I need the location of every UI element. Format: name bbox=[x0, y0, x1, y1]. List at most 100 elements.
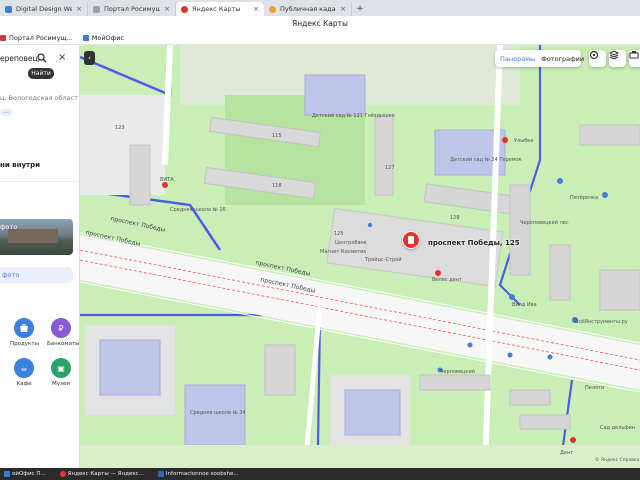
search-panel: ереповец, × Найти ц, Вологодская област … bbox=[0, 45, 80, 468]
map-label-poi: Чероповецкий лес bbox=[520, 220, 569, 226]
app-icon bbox=[157, 471, 164, 477]
photo-building bbox=[8, 229, 58, 243]
tab-favicon-icon bbox=[181, 5, 188, 13]
building-number: 115 bbox=[272, 133, 282, 139]
bookmark-favicon-icon bbox=[0, 35, 6, 41]
category-label: Кафе bbox=[16, 381, 32, 387]
basket-icon bbox=[14, 318, 34, 338]
search-icon[interactable] bbox=[37, 53, 47, 63]
map-footer: © Яндекс Справка bbox=[595, 458, 640, 463]
map-layers-button[interactable] bbox=[609, 50, 626, 67]
collapse-panel-button[interactable]: ‹ bbox=[84, 51, 95, 65]
map-label-school: Средняя школа № 34 bbox=[190, 410, 246, 416]
bookmark-moyofis[interactable]: МойОфис bbox=[82, 34, 125, 42]
map-label-poi: Вилд Ива bbox=[512, 302, 537, 308]
tab-favicon-icon bbox=[5, 5, 12, 13]
category-label: Продукты bbox=[10, 341, 39, 347]
inside-heading: ни внутри bbox=[0, 161, 40, 169]
close-icon[interactable]: × bbox=[58, 53, 66, 63]
building-number: 129 bbox=[450, 215, 460, 221]
category-label: Музеи bbox=[52, 381, 70, 387]
taskbar-label: ойОфис П... bbox=[12, 471, 46, 477]
more-dots-button[interactable]: ... bbox=[0, 109, 12, 116]
print-icon bbox=[629, 51, 639, 59]
tab-close-icon[interactable]: × bbox=[76, 5, 82, 13]
search-input[interactable]: ереповец, × bbox=[0, 51, 79, 67]
os-taskbar: ойОфис П... Яндекс Карты — Яндекс... Inf… bbox=[0, 468, 640, 480]
building-number: 123 bbox=[115, 125, 125, 131]
map-label-poi: Пятёрочка bbox=[570, 195, 599, 201]
building-number: 127 bbox=[385, 165, 395, 171]
tab-favicon-icon bbox=[93, 5, 100, 13]
tab-title: Яндекс Карты bbox=[192, 5, 241, 13]
map-label-poi: Пеляти bbox=[585, 385, 605, 391]
panorama-photo-toggle: Панорамы Фотографии bbox=[495, 50, 584, 67]
tab-digital-design[interactable]: Digital Design Web Client × bbox=[0, 2, 88, 16]
map-label-poi: Улыбка bbox=[514, 138, 534, 144]
photo-label: фото bbox=[0, 223, 18, 231]
tab-title: Портал Росимущества bbox=[104, 5, 160, 13]
taskbar-item-document[interactable]: Informacionnoe soobshe... bbox=[154, 468, 243, 480]
tab-favicon-icon bbox=[269, 5, 276, 13]
category-groceries[interactable]: Продукты bbox=[10, 318, 39, 347]
bookmark-favicon-icon bbox=[82, 35, 89, 41]
map-label-poi: Черповецкий bbox=[440, 369, 475, 375]
building-icon bbox=[408, 236, 414, 244]
map-label-kindergarten: Детский сад № 24 Теремок bbox=[450, 157, 522, 163]
map-label-poi: Велес дент bbox=[432, 277, 462, 283]
app-icon bbox=[4, 471, 10, 477]
taskbar-label: Informacionnoe soobshe... bbox=[165, 471, 239, 477]
bookmark-label: Портал Росимущ... bbox=[9, 34, 73, 42]
panoramas-toggle[interactable]: Панорамы bbox=[500, 55, 535, 63]
tab-close-icon[interactable]: × bbox=[340, 5, 346, 13]
taskbar-item-moyofis[interactable]: ойОфис П... bbox=[0, 468, 50, 480]
layers-button[interactable] bbox=[589, 50, 606, 67]
selected-place-pin-icon[interactable] bbox=[402, 231, 420, 249]
ruble-icon: ₽ bbox=[51, 318, 71, 338]
browser-tab-strip: Digital Design Web Client × Портал Росим… bbox=[0, 0, 640, 16]
bookmark-rosimushchestvo[interactable]: Портал Росимущ... bbox=[0, 34, 73, 42]
add-photo-button[interactable]: фото bbox=[0, 267, 73, 283]
map-label-poi: ВсёИнструменты.ру bbox=[575, 319, 628, 325]
find-button[interactable]: Найти bbox=[28, 68, 54, 79]
tab-cadastral-map[interactable]: Публичная кадастровая × bbox=[264, 2, 352, 16]
tab-close-icon[interactable]: × bbox=[253, 5, 259, 13]
category-museums[interactable]: ▣ Музеи bbox=[47, 358, 75, 387]
category-atms[interactable]: ₽ Банкоматы bbox=[47, 318, 79, 347]
map-canvas[interactable]: проспект Победы проспект Победы проспект… bbox=[80, 45, 640, 468]
taskbar-item-browser[interactable]: Яндекс Карты — Яндекс... bbox=[56, 468, 148, 480]
building-number: 125 bbox=[334, 231, 344, 237]
category-cafe[interactable]: ☕ Кафе bbox=[10, 358, 38, 387]
taskbar-label: Яндекс Карты — Яндекс... bbox=[67, 471, 144, 477]
bookmark-label: МойОфис bbox=[91, 34, 125, 42]
map-graphics bbox=[80, 45, 640, 468]
print-button[interactable] bbox=[629, 50, 640, 67]
app-icon bbox=[59, 471, 66, 477]
map-label-poi: Трейдс-Строй bbox=[365, 257, 402, 263]
photos-toggle[interactable]: Фотографии bbox=[541, 55, 584, 63]
map-label-poi: ВИТА bbox=[160, 177, 174, 183]
map-layers-icon bbox=[609, 50, 619, 60]
bookmarks-bar: Портал Росимущ... МойОфис bbox=[0, 32, 640, 45]
tab-rosimushchestvo[interactable]: Портал Росимущества × bbox=[88, 2, 176, 16]
map-label-poi: Сад дельфин bbox=[600, 425, 636, 431]
museum-icon: ▣ bbox=[51, 358, 71, 378]
tab-close-icon[interactable]: × bbox=[164, 5, 170, 13]
map-label-poi: Дент bbox=[560, 450, 574, 456]
window-title: Яндекс Карты bbox=[0, 16, 640, 32]
map-label-poi: Центробанк bbox=[335, 240, 367, 246]
tab-yandex-maps[interactable]: Яндекс Карты × bbox=[176, 2, 264, 16]
map-label-poi: Магнит Косметик bbox=[320, 249, 367, 255]
layers-icon bbox=[589, 50, 599, 60]
search-input-value: ереповец, bbox=[0, 54, 41, 63]
new-tab-button[interactable]: + bbox=[352, 2, 368, 16]
map-label-kindergarten: Детский сад № 121 Гнёздышко bbox=[312, 113, 395, 119]
cup-icon: ☕ bbox=[14, 358, 34, 378]
map-label-school: Средняя школа № 16 bbox=[170, 207, 226, 213]
selected-place-label[interactable]: проспект Победы, 125 bbox=[428, 239, 520, 247]
region-subtitle: ц, Вологодская област bbox=[0, 94, 78, 102]
tab-title: Публичная кадастровая bbox=[280, 5, 336, 13]
category-label: Банкоматы bbox=[47, 341, 80, 347]
building-number: 118 bbox=[272, 183, 282, 189]
panel-divider bbox=[0, 181, 79, 182]
